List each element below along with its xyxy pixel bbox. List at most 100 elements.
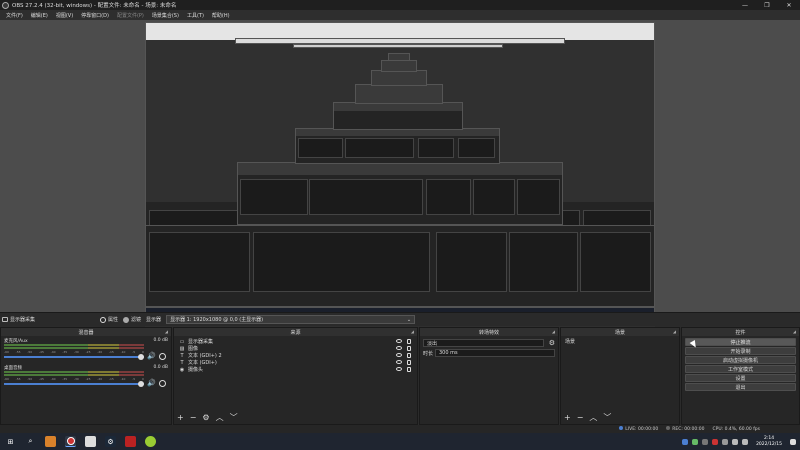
settings-button[interactable]: 设置 [685,374,796,382]
tray-icon[interactable] [682,438,689,445]
nested-capture-6 [371,70,427,86]
sources-dock: 来源 ◢ ▭ 显示器采集 ▨ 图像 T 文本 (GDI+) 2 T 文本 (GD… [173,327,418,425]
sources-header: 来源 ◢ [174,328,417,336]
menu-docks[interactable]: 停靠窗口(D) [77,12,113,19]
speaker-icon[interactable]: 🔊 [147,379,156,387]
close-button[interactable]: ✕ [778,0,800,10]
stop-streaming-button[interactable]: 停止推流 [685,338,796,346]
lock-icon[interactable] [407,360,411,365]
visibility-icon[interactable] [396,346,402,350]
app-icon-white[interactable] [85,436,96,447]
source-label: 文本 (GDI+) 2 [188,353,222,359]
move-down-icon[interactable]: ﹀ [603,412,611,423]
windows-start-icon[interactable]: ⊞ [5,436,16,447]
dock-menu-icon[interactable]: ◢ [165,329,168,334]
minimize-button[interactable]: — [734,0,756,10]
display-select[interactable]: 显示器 1: 1920x1080 @ 0,0 (主显示器) ⌄ [166,315,416,324]
mixer-dock: 混音器 ◢ 麦克风/Aux 0.0 dB -60 -55 -50 -45 -40 -35-… [0,327,172,425]
transition-type-select[interactable]: 淡出 [423,339,544,347]
scene-item[interactable]: 场景 [563,338,677,345]
track-db: 0.0 dB [153,365,168,370]
visibility-icon[interactable] [396,360,402,364]
lock-icon[interactable] [407,346,411,351]
gear-icon[interactable]: ⚙ [549,339,555,347]
volume-meter [4,344,144,346]
move-up-icon[interactable]: ︿ [589,412,597,423]
volume-slider-handle[interactable] [138,354,144,360]
visibility-icon[interactable] [396,339,402,343]
volume-slider[interactable] [4,356,144,358]
gear-icon[interactable] [159,380,166,387]
menu-view[interactable]: 视图(V) [52,12,77,19]
visibility-icon[interactable] [396,353,402,357]
add-icon[interactable]: + [564,413,571,422]
notification-icon[interactable] [790,438,796,445]
taskbar-clock[interactable]: 2:14 2022/12/15 [756,436,782,448]
transitions-dock: 转场特效 ◢ 淡出 ⚙ 时长 300 ms [419,327,559,425]
menu-scene-collection[interactable]: 场景集合(S) [148,12,183,19]
display-label-text: 显示器 [146,317,162,323]
wifi-icon[interactable] [732,438,739,445]
dock-menu-icon[interactable]: ◢ [793,329,796,334]
gear-icon[interactable]: ⚙ [202,413,209,422]
steam-icon[interactable]: ⚙ [105,436,116,447]
scenes-title: 场景 [614,329,625,336]
duration-input[interactable]: 300 ms [435,349,555,357]
studio-mode-button[interactable]: 工作室模式 [685,365,796,373]
visibility-icon[interactable] [396,367,402,371]
source-item-image[interactable]: ▨ 图像 [177,345,414,352]
source-label: 摄像头 [188,367,204,373]
source-item-text-2[interactable]: T 文本 (GDI+) 2 [177,352,414,359]
dock-menu-icon[interactable]: ◢ [411,329,414,334]
transitions-header: 转场特效 ◢ [420,328,558,336]
lock-icon[interactable] [407,339,411,344]
cpu-status: CPU: 0.4%, 60.00 fps [712,426,761,432]
red-app-icon[interactable] [125,436,136,447]
exit-button[interactable]: 退出 [685,383,796,391]
scenes-footer: + − ︿ ﹀ [564,412,676,422]
duration-label: 时长 [423,350,434,357]
transition-type-value: 淡出 [427,340,438,347]
rec-time: REC: 00:00:00 [672,427,705,432]
move-down-icon[interactable]: ﹀ [230,412,238,423]
remove-icon[interactable]: − [190,413,197,422]
maximize-button[interactable]: ❐ [756,0,778,10]
tray-icon[interactable] [702,438,709,445]
preview-area[interactable] [0,20,800,332]
nested-capture-8 [388,53,410,61]
menu-profile[interactable]: 配置文件(P) [113,12,148,19]
obs-taskbar-icon[interactable] [65,436,76,447]
source-item-text[interactable]: T 文本 (GDI+) [177,359,414,366]
move-up-icon[interactable]: ︿ [216,412,224,423]
file-explorer-icon[interactable] [45,436,56,447]
search-icon[interactable]: ⌕ [25,436,36,447]
volume-slider-handle[interactable] [138,381,144,387]
tray-icon[interactable] [712,438,719,445]
filters-button[interactable]: 滤镜 [123,316,141,323]
speaker-icon[interactable]: 🔊 [147,352,156,360]
menu-edit[interactable]: 编辑(E) [27,12,52,19]
add-icon[interactable]: + [177,413,184,422]
gear-icon[interactable] [159,353,166,360]
volume-slider[interactable] [4,383,144,385]
dock-menu-icon[interactable]: ◢ [673,329,676,334]
menu-file[interactable]: 文件(F) [2,12,27,19]
gear-icon [100,316,107,323]
lock-icon[interactable] [407,353,411,358]
green-app-icon[interactable] [145,436,156,447]
source-item-camera[interactable]: ◉ 摄像头 [177,366,414,373]
source-item-display-capture[interactable]: ▭ 显示器采集 [177,338,414,345]
preview-canvas[interactable] [145,22,655,332]
dock-menu-icon[interactable]: ◢ [552,329,555,334]
start-virtual-camera-button[interactable]: 启动虚拟摄像机 [685,356,796,364]
tray-icon[interactable] [722,438,729,445]
menu-help[interactable]: 帮助(H) [208,12,234,19]
remove-icon[interactable]: − [577,413,584,422]
tray-icon[interactable] [692,438,699,445]
dock-area: 混音器 ◢ 麦克风/Aux 0.0 dB -60 -55 -50 -45 -40 -35-… [0,327,800,425]
properties-button[interactable]: 属性 [100,316,118,323]
lock-icon[interactable] [407,367,411,372]
start-recording-button[interactable]: 开始录制 [685,347,796,355]
menu-tools[interactable]: 工具(T) [183,12,208,19]
volume-icon[interactable] [742,438,749,445]
